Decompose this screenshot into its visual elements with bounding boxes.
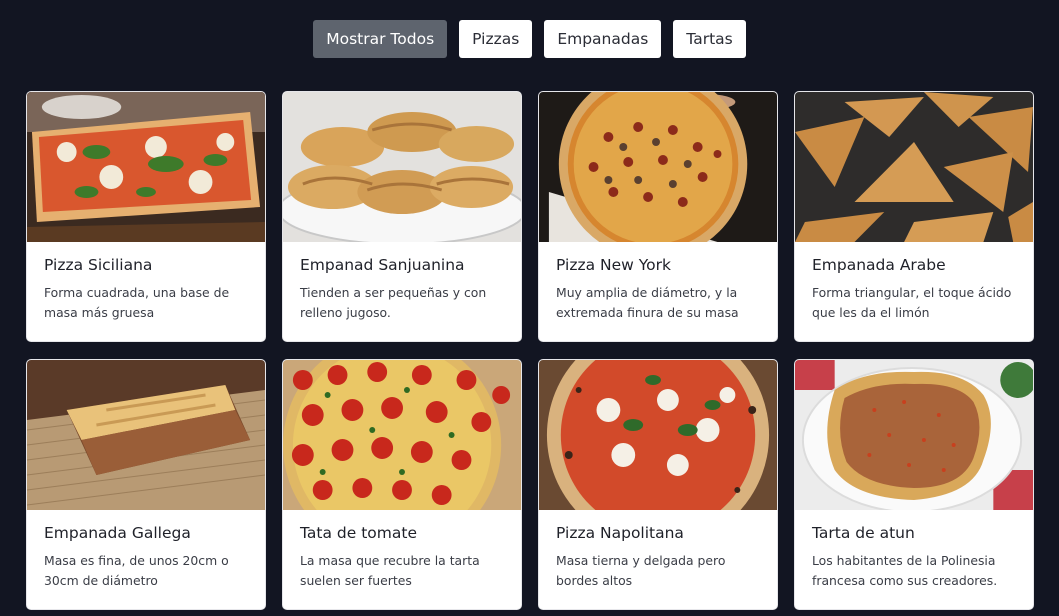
- filter-pizzas-button[interactable]: Pizzas: [459, 20, 533, 58]
- filter-mostrar-todos-button[interactable]: Mostrar Todos: [313, 20, 448, 58]
- filter-empanadas-button[interactable]: Empanadas: [544, 20, 662, 58]
- card-description: Forma triangular, el toque ácido que les…: [812, 285, 1012, 320]
- product-card[interactable]: Tarta de atun Los habitantes de la Polin…: [794, 359, 1034, 610]
- empanada-gallega-image: [27, 360, 265, 510]
- card-description: Los habitantes de la Polinesia francesa …: [812, 553, 998, 588]
- tarta-de-atun-image: [795, 360, 1033, 510]
- card-title: Tarta de atun: [812, 524, 915, 542]
- card-title: Tata de tomate: [300, 524, 417, 542]
- card-title: Pizza New York: [556, 256, 671, 274]
- card-description: La masa que recubre la tarta suelen ser …: [300, 553, 480, 588]
- pizza-napolitana-image: [539, 360, 777, 510]
- card-title: Pizza Siciliana: [44, 256, 153, 274]
- empanadas-arabes-image: [795, 92, 1033, 242]
- card-title: Empanad Sanjuanina: [300, 256, 465, 274]
- card-title: Empanada Gallega: [44, 524, 191, 542]
- tarta-de-tomate-image: [283, 360, 521, 510]
- card-description: Masa tierna y delgada pero bordes altos: [556, 553, 726, 588]
- card-title: Empanada Arabe: [812, 256, 946, 274]
- card-description: Masa es fina, de unos 20cm o 30cm de diá…: [44, 553, 229, 588]
- empanadas-sanjuaninas-image: [283, 92, 521, 242]
- product-card[interactable]: Empanada Gallega Masa es fina, de unos 2…: [26, 359, 266, 610]
- product-card[interactable]: Tata de tomate La masa que recubre la ta…: [282, 359, 522, 610]
- card-description: Forma cuadrada, una base de masa más gru…: [44, 285, 230, 320]
- product-card[interactable]: Empanad Sanjuanina Tienden a ser pequeña…: [282, 91, 522, 342]
- filter-bar: Mostrar Todos Pizzas Empanadas Tartas: [0, 20, 1059, 58]
- product-card[interactable]: Pizza Napolitana Masa tierna y delgada p…: [538, 359, 778, 610]
- card-description: Muy amplia de diámetro, y la extremada f…: [556, 285, 739, 320]
- card-description: Tienden a ser pequeñas y con relleno jug…: [300, 285, 487, 320]
- card-title: Pizza Napolitana: [556, 524, 684, 542]
- pizza-siciliana-image: [27, 92, 265, 242]
- product-card[interactable]: Pizza New York Muy amplia de diámetro, y…: [538, 91, 778, 342]
- product-card[interactable]: Empanada Arabe Forma triangular, el toqu…: [794, 91, 1034, 342]
- filter-tartas-button[interactable]: Tartas: [673, 20, 746, 58]
- pizza-new-york-image: [539, 92, 777, 242]
- product-card[interactable]: Pizza Siciliana Forma cuadrada, una base…: [26, 91, 266, 342]
- product-grid: Pizza Siciliana Forma cuadrada, una base…: [26, 91, 1034, 610]
